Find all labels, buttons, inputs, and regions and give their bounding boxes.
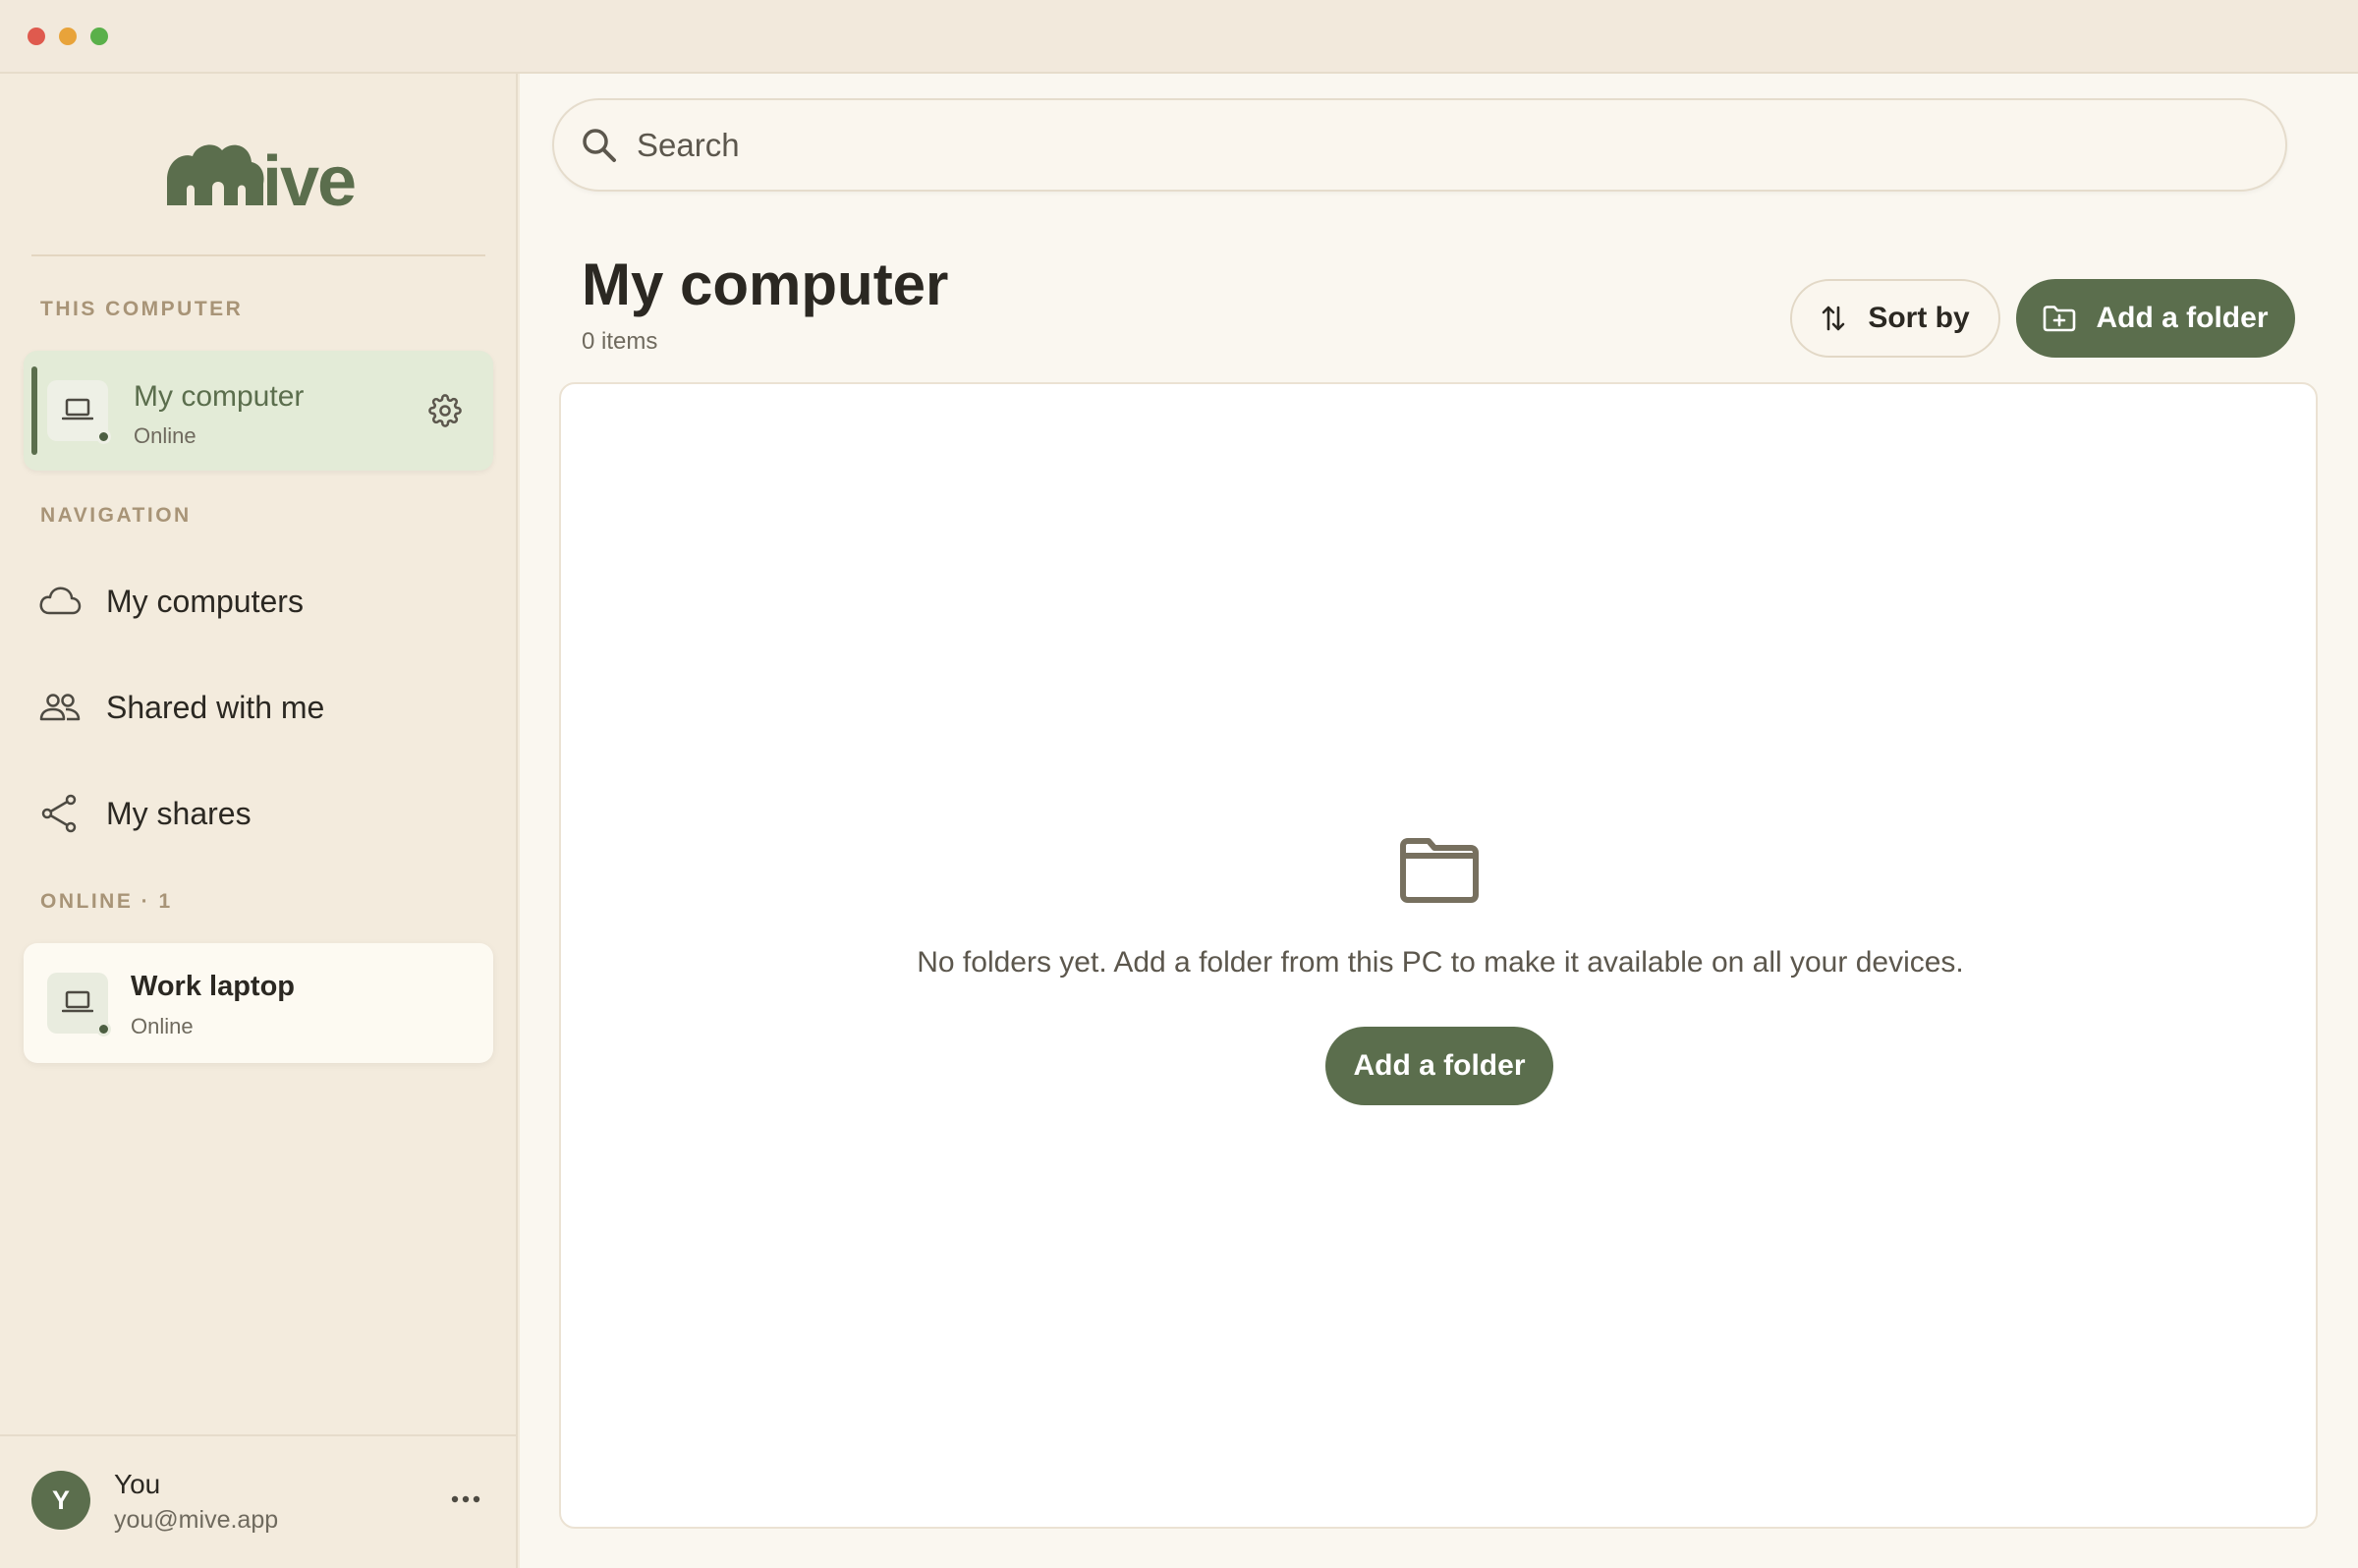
mive-logo: ive [167, 142, 356, 209]
nav-label-my-shares: My shares [106, 796, 252, 831]
add-folder-label: Add a folder [2096, 302, 2269, 334]
user-email: you@mive.app [114, 1506, 279, 1534]
folders-panel: No folders yet. Add a folder from this P… [559, 382, 2318, 1529]
this-computer-label: THIS COMPUTER [40, 298, 244, 320]
search-bar[interactable] [552, 98, 2287, 192]
share-icon [41, 794, 77, 833]
add-folder-button[interactable]: Add a folder [2016, 279, 2295, 358]
search-input[interactable] [637, 118, 2209, 173]
page-title: My computer [582, 252, 949, 317]
laptop-icon [47, 973, 111, 1036]
search-icon [583, 129, 616, 162]
cloud-icon [39, 587, 82, 615]
user-name: You [114, 1469, 161, 1499]
online-devices-label: ONLINE · 1 [40, 890, 173, 913]
navigation-label: NAVIGATION [40, 504, 192, 527]
empty-state-message: No folders yet. Add a folder from this P… [917, 946, 1964, 979]
online-device-status: Online [131, 1014, 194, 1038]
current-device-status: Online [134, 423, 196, 448]
footer-divider [0, 1434, 518, 1436]
online-status-dot [96, 429, 111, 444]
nav-item-shared-with-me[interactable]: Shared with me [0, 668, 518, 747]
folder-icon [1400, 838, 1479, 903]
current-device-card[interactable]: My computer Online [24, 351, 493, 471]
maximize-window-button[interactable] [90, 28, 108, 45]
item-count: 0 items [582, 328, 658, 355]
online-device-card[interactable]: Work laptop Online [24, 943, 493, 1063]
nav-item-my-computers[interactable]: My computers [0, 562, 518, 641]
sort-by-button[interactable]: Sort by [1790, 279, 2000, 358]
minimize-window-button[interactable] [59, 28, 77, 45]
online-device-name: Work laptop [131, 971, 296, 1002]
sort-icon [1823, 306, 1845, 331]
logo-divider [31, 254, 485, 256]
nav-item-my-shares[interactable]: My shares [0, 774, 518, 853]
laptop-icon [47, 380, 111, 444]
gear-icon[interactable] [428, 394, 462, 427]
nav-label-shared-with-me: Shared with me [106, 690, 325, 725]
close-window-button[interactable] [28, 28, 45, 45]
sidebar: ive THIS COMPUTER My computer Online NAV… [0, 74, 518, 1568]
users-icon [39, 694, 81, 721]
current-device-name: My computer [134, 380, 305, 413]
more-options-icon[interactable] [448, 1485, 483, 1513]
avatar[interactable]: Y [31, 1471, 90, 1530]
folder-plus-icon [2044, 306, 2076, 332]
nav-label-my-computers: My computers [106, 584, 304, 619]
title-bar [0, 0, 2358, 74]
empty-add-folder-button[interactable]: Add a folder [1325, 1027, 1553, 1105]
sort-by-label: Sort by [1868, 302, 1970, 334]
online-status-dot [96, 1022, 111, 1036]
svg-text:ive: ive [262, 142, 355, 209]
main-content: My computer 0 items Sort by Add a folder… [520, 74, 2358, 1568]
active-indicator [31, 366, 37, 455]
